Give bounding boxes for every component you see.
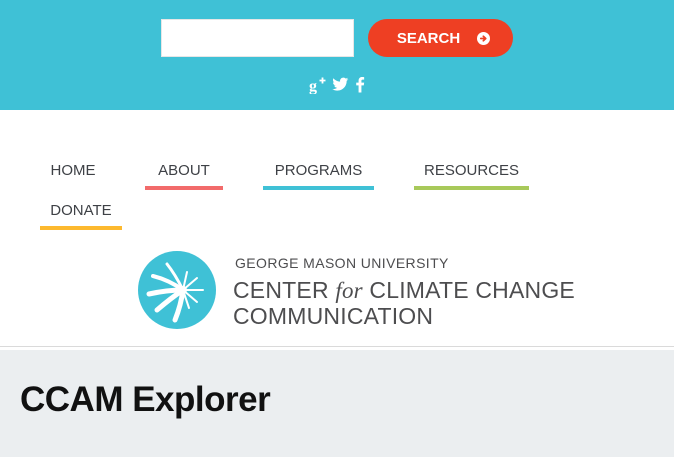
nav-home[interactable]: HOME [40,162,106,190]
search-button-label: SEARCH [396,29,461,47]
nav-programs-label: PROGRAMS [274,162,363,179]
google-plus-icon[interactable]: g [309,76,327,99]
svg-text:g: g [309,78,317,94]
logo-center-for: for [335,278,363,303]
facebook-icon[interactable] [355,76,365,98]
nav-resources-underline [414,186,529,190]
nav-donate-underline [40,226,122,230]
page-title-band: CCAM Explorer [0,350,674,457]
nav-programs-underline [263,186,374,190]
social-links: g [0,76,674,96]
nav-about[interactable]: ABOUT [145,162,223,190]
nav-resources-label: RESOURCES [423,162,520,179]
nav-donate-label: DONATE [50,202,112,219]
logo-center-name: CENTER for CLIMATE CHANGE [233,277,575,304]
nav-about-label: ABOUT [158,162,210,179]
nav-home-label: HOME [50,162,96,179]
logo-center-b: CLIMATE CHANGE [362,277,575,303]
search-button[interactable]: SEARCH [368,19,513,57]
nav-about-underline [145,186,223,190]
search-input[interactable] [161,19,354,57]
arrow-right-circle-icon [477,31,491,45]
nav-donate[interactable]: DONATE [40,202,122,230]
nav-resources[interactable]: RESOURCES [414,162,529,190]
nav-programs[interactable]: PROGRAMS [263,162,374,190]
twitter-icon[interactable] [332,76,349,97]
top-header: SEARCH g [0,0,674,110]
logo-communication: COMMUNICATION [233,303,434,329]
logo-emblem [138,251,216,329]
header-divider [0,346,674,347]
logo-university-name: GEORGE MASON UNIVERSITY [235,255,449,271]
page-title: CCAM Explorer [20,380,271,419]
logo-center-a: CENTER [233,277,336,303]
site-logo[interactable]: GEORGE MASON UNIVERSITY CENTER for CLIMA… [137,250,575,330]
